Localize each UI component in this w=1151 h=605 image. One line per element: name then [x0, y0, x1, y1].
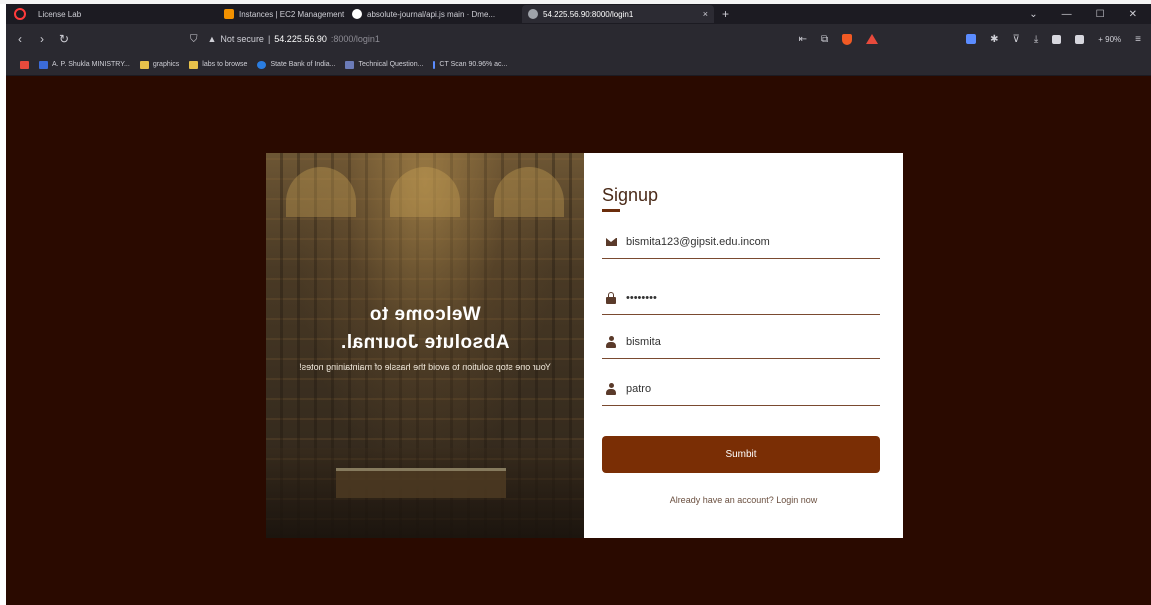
brave-shield-icon[interactable]	[842, 33, 853, 45]
bookmark-apps-icon[interactable]	[20, 60, 29, 69]
bookmark-favicon-icon	[433, 60, 436, 69]
folder-icon	[189, 60, 199, 69]
signup-form: Signup Sumbit Already have an account? L…	[584, 153, 903, 538]
url-separator: |	[267, 34, 271, 44]
bookmark-item[interactable]: graphics	[139, 60, 180, 69]
bookmark-item[interactable]: CT Scan 90.96% ac...	[433, 60, 508, 69]
envelope-icon	[604, 235, 618, 249]
new-tab-button[interactable]: +	[722, 7, 729, 21]
ceiling-arch	[390, 167, 460, 217]
back-icon[interactable]: ‹	[12, 32, 28, 46]
signup-card: Welcome to Absolute Journal. Your one st…	[266, 153, 903, 538]
tab-label: License Lab	[38, 9, 82, 19]
tab-label: 54.225.56.90:8000/login1	[543, 9, 634, 19]
maximize-icon[interactable]: ☐	[1096, 9, 1105, 20]
bookmark-label: Technical Question...	[358, 61, 424, 68]
welcome-text: Welcome to Absolute Journal. Your one st…	[266, 301, 584, 373]
tab-label: Instances | EC2 Management Console	[239, 9, 346, 19]
address-bar-row: ‹ › ↻ ⛉ ▲ Not secure | 54.225.56.90:8000…	[6, 24, 1151, 54]
ceiling-arch	[494, 167, 564, 217]
last-name-field[interactable]	[626, 382, 866, 395]
aws-favicon-icon	[224, 9, 234, 19]
sidebar-icon[interactable]	[1052, 34, 1062, 44]
page-action-icon[interactable]: ⧉	[821, 34, 828, 45]
bookmark-label: State Bank of India...	[270, 61, 336, 68]
bookmark-favicon-icon	[39, 60, 48, 69]
submit-button[interactable]: Sumbit	[602, 436, 880, 473]
filter-icon[interactable]: ⊽	[1013, 34, 1020, 45]
title-underline	[602, 209, 620, 212]
reload-icon[interactable]: ↻	[56, 32, 72, 46]
tab-search-icon[interactable]: ⌄	[1029, 9, 1037, 20]
bookmark-label: A. P. Shukla MINISTRY...	[52, 61, 130, 68]
bookmark-item[interactable]: A. P. Shukla MINISTRY...	[39, 60, 130, 69]
welcome-tagline: Your one stop solution to avoid the hass…	[299, 362, 551, 372]
folder-icon	[139, 60, 149, 69]
browser-tab-bar: License Lab Instances | EC2 Management C…	[6, 4, 1151, 24]
bookmark-label: graphics	[152, 61, 180, 68]
email-field-row	[602, 225, 880, 259]
url-path: :8000/login1	[330, 34, 380, 44]
bookmark-icon[interactable]: ⛉	[190, 34, 198, 45]
bank-favicon-icon	[257, 60, 267, 69]
grid-favicon-icon	[345, 60, 355, 69]
user-icon	[604, 335, 618, 349]
forward-icon[interactable]: ›	[34, 32, 50, 46]
minimize-icon[interactable]: —	[1062, 9, 1072, 20]
wallet-icon[interactable]	[1075, 34, 1085, 44]
browser-logo-icon[interactable]	[14, 8, 26, 20]
user-icon	[604, 382, 618, 396]
warning-icon: ▲	[207, 34, 217, 44]
puzzle-icon[interactable]: ✱	[990, 34, 998, 45]
menu-icon[interactable]: ≡	[1135, 34, 1141, 45]
red-app-icon	[20, 60, 29, 69]
password-field[interactable]	[626, 291, 866, 304]
page-viewport: Welcome to Absolute Journal. Your one st…	[6, 76, 1151, 605]
globe-favicon-icon	[528, 9, 538, 19]
github-favicon-icon	[352, 9, 362, 19]
toolbar-right: ⇤ ⧉ ✱ ⊽ ⤓ + 90% ≡	[799, 33, 1151, 45]
url-field[interactable]: ▲ Not secure | 54.225.56.90:8000/login1	[208, 34, 380, 44]
tab-label: absolute-journal/api.js main · Dme...	[367, 9, 496, 19]
share-icon[interactable]: ⇤	[799, 34, 807, 45]
bookmark-item[interactable]: labs to browse	[189, 60, 248, 69]
bookmark-label: labs to browse	[202, 61, 248, 68]
close-window-icon[interactable]: ✕	[1129, 9, 1137, 20]
form-title: Signup	[602, 185, 659, 205]
bookmarks-bar: A. P. Shukla MINISTRY... graphics labs t…	[6, 54, 1151, 76]
security-label: Not secure	[220, 34, 264, 44]
welcome-heading-line1: Welcome to	[369, 304, 481, 325]
bookmark-item[interactable]: Technical Question...	[345, 60, 424, 69]
password-field-row	[602, 281, 880, 315]
brave-rewards-icon[interactable]	[866, 34, 879, 44]
library-image-panel: Welcome to Absolute Journal. Your one st…	[266, 153, 584, 538]
tab-license-lab[interactable]: License Lab	[32, 5, 218, 23]
ceiling-arch	[286, 167, 356, 217]
library-table	[336, 468, 506, 498]
first-name-field-row	[602, 325, 880, 359]
window-controls: ⌄ — ☐ ✕	[1029, 9, 1151, 20]
first-name-field[interactable]	[626, 335, 866, 348]
zoom-level[interactable]: + 90%	[1098, 35, 1121, 44]
tab-login-page[interactable]: 54.225.56.90:8000/login1 ×	[522, 5, 714, 23]
extension-icon[interactable]	[966, 34, 977, 44]
login-link[interactable]: Already have an account? Login now	[584, 495, 903, 505]
tab-close-icon[interactable]: ×	[703, 9, 708, 19]
tab-github[interactable]: absolute-journal/api.js main · Dme...	[346, 5, 522, 23]
bookmark-item[interactable]: State Bank of India...	[257, 60, 336, 69]
last-name-field-row	[602, 372, 880, 406]
bookmark-label: CT Scan 90.96% ac...	[439, 61, 508, 68]
tab-ec2-console[interactable]: Instances | EC2 Management Console	[218, 5, 346, 23]
lock-icon	[604, 291, 618, 305]
url-host: 54.225.56.90	[274, 34, 327, 44]
email-field[interactable]	[626, 235, 866, 248]
download-icon[interactable]: ⤓	[1034, 34, 1038, 45]
welcome-heading-line2: Absolute Journal.	[340, 332, 510, 353]
